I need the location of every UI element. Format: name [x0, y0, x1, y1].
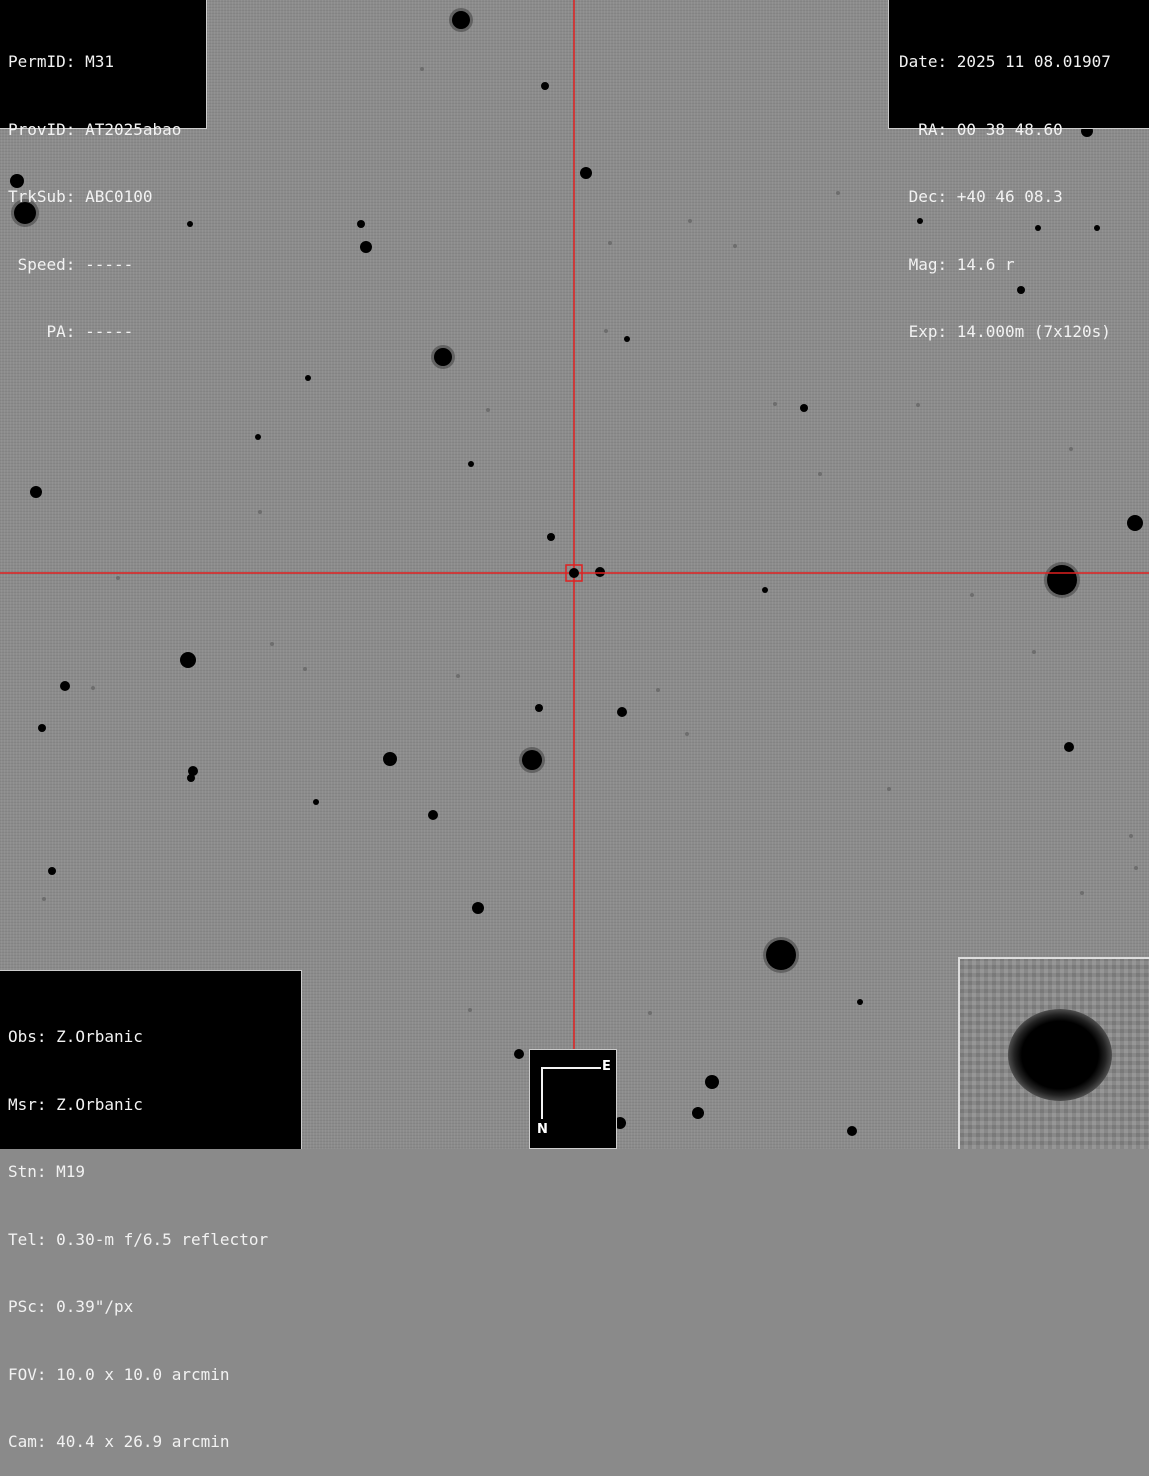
- star: [305, 375, 311, 381]
- permid-text: PermID: M31: [8, 52, 114, 71]
- star: [434, 348, 452, 366]
- star: [1047, 565, 1077, 595]
- tel-text: Tel: 0.30-m f/6.5 reflector: [8, 1229, 269, 1249]
- star: [180, 652, 196, 668]
- star: [428, 810, 438, 820]
- star: [187, 774, 195, 782]
- star: [38, 724, 46, 732]
- star: [800, 404, 808, 412]
- orientation-compass: E N: [529, 1049, 617, 1149]
- mag-text: Mag: 14.6 r: [899, 254, 1015, 274]
- zoomed-target-star: [1008, 1009, 1112, 1101]
- cam-text: Cam: 40.4 x 26.9 arcmin: [8, 1432, 230, 1451]
- star: [255, 434, 261, 440]
- faint-star: [773, 402, 777, 406]
- star: [383, 752, 397, 766]
- faint-star: [116, 576, 120, 580]
- target-zoom-inset: [958, 957, 1149, 1149]
- star: [535, 704, 543, 712]
- star: [617, 707, 627, 717]
- stn-text: Stn: M19: [8, 1162, 86, 1181]
- faint-star: [604, 329, 608, 333]
- faint-star: [970, 593, 974, 597]
- trksub-text: TrkSub: ABC0100: [8, 187, 153, 206]
- star: [857, 999, 863, 1005]
- star: [357, 220, 365, 228]
- faint-star: [1069, 447, 1073, 451]
- faint-star: [836, 191, 840, 195]
- star: [468, 461, 474, 467]
- exp-text: Exp: 14.000m (7x120s): [899, 322, 1111, 341]
- star: [30, 486, 42, 498]
- star: [1064, 742, 1074, 752]
- fov-text: FOV: 10.0 x 10.0 arcmin: [8, 1364, 230, 1384]
- faint-star: [648, 1011, 652, 1015]
- star: [60, 681, 70, 691]
- east-label: E: [602, 1059, 611, 1074]
- star: [452, 11, 470, 29]
- target-object: [569, 568, 579, 578]
- star: [847, 1126, 857, 1136]
- faint-star: [1129, 834, 1133, 838]
- faint-star: [1080, 891, 1084, 895]
- star: [595, 567, 605, 577]
- observer-info-panel: Obs: Z.Orbanic Msr: Z.Orbanic Stn: M19 T…: [0, 970, 302, 1451]
- observation-info-panel: Date: 2025 11 08.01907 RA: 00 38 48.60 D…: [888, 0, 1149, 341]
- star: [1127, 515, 1143, 531]
- msr-text: Msr: Z.Orbanic: [8, 1094, 143, 1114]
- faint-star: [887, 787, 891, 791]
- faint-star: [303, 667, 307, 671]
- faint-star: [916, 403, 920, 407]
- pa-text: PA: -----: [8, 322, 134, 341]
- star: [547, 533, 555, 541]
- provid-text: ProvID: AT2025abao: [8, 119, 182, 139]
- star: [541, 82, 549, 90]
- star: [705, 1075, 719, 1089]
- date-text: Date: 2025 11 08.01907: [899, 52, 1111, 71]
- faint-star: [608, 241, 612, 245]
- dec-text: Dec: +40 46 08.3: [899, 187, 1063, 206]
- star: [522, 750, 542, 770]
- star: [624, 336, 630, 342]
- faint-star: [486, 408, 490, 412]
- faint-star: [270, 642, 274, 646]
- faint-star: [818, 472, 822, 476]
- faint-star: [733, 244, 737, 248]
- speed-text: Speed: -----: [8, 254, 134, 274]
- ra-text: RA: 00 38 48.60: [899, 119, 1063, 139]
- star: [692, 1107, 704, 1119]
- star: [472, 902, 484, 914]
- north-label: N: [537, 1122, 548, 1137]
- faint-star: [456, 674, 460, 678]
- faint-star: [91, 686, 95, 690]
- target-info-panel: PermID: M31 ProvID: AT2025abao TrkSub: A…: [0, 0, 207, 341]
- faint-star: [1032, 650, 1036, 654]
- faint-star: [1134, 866, 1138, 870]
- faint-star: [468, 1008, 472, 1012]
- star: [313, 799, 319, 805]
- star: [580, 167, 592, 179]
- north-arrow-line: [541, 1067, 543, 1119]
- faint-star: [420, 67, 424, 71]
- faint-star: [685, 732, 689, 736]
- faint-star: [258, 510, 262, 514]
- faint-star: [42, 897, 46, 901]
- star: [360, 241, 372, 253]
- star: [766, 940, 796, 970]
- psc-text: PSc: 0.39"/px: [8, 1297, 134, 1316]
- obs-text: Obs: Z.Orbanic: [8, 1027, 143, 1046]
- star: [762, 587, 768, 593]
- star: [48, 867, 56, 875]
- faint-star: [656, 688, 660, 692]
- east-arrow-line: [541, 1067, 601, 1069]
- star: [514, 1049, 524, 1059]
- faint-star: [688, 219, 692, 223]
